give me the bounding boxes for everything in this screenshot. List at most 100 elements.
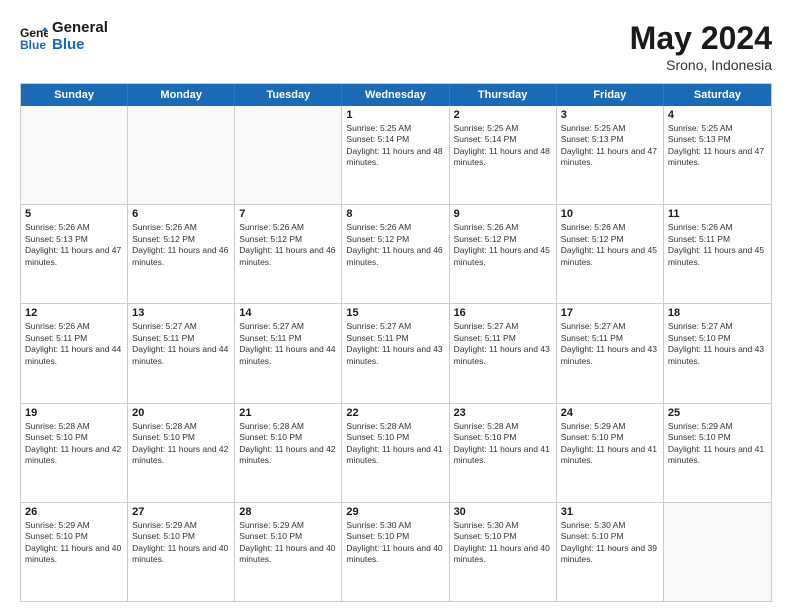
logo: General Blue General Blue: [20, 20, 108, 53]
day-number: 23: [454, 407, 552, 419]
calendar-cell: 2 Sunrise: 5:25 AM Sunset: 5:14 PM Daylig…: [450, 106, 557, 204]
day-header-sunday: Sunday: [21, 84, 128, 106]
day-number: 31: [561, 506, 659, 518]
day-number: 14: [239, 307, 337, 319]
cell-info: Sunrise: 5:27 AM Sunset: 5:11 PM Dayligh…: [132, 321, 230, 367]
cell-info: Sunrise: 5:28 AM Sunset: 5:10 PM Dayligh…: [25, 421, 123, 467]
calendar-week-5: 26Sunrise: 5:29 AM Sunset: 5:10 PM Dayli…: [21, 503, 771, 601]
cell-info: Sunrise: 5:26 AM Sunset: 5:11 PM Dayligh…: [668, 222, 767, 268]
calendar-cell: 17Sunrise: 5:27 AM Sunset: 5:11 PM Dayli…: [557, 304, 664, 402]
page: General Blue General Blue May 2024 Srono…: [0, 0, 792, 612]
cell-info: Sunrise: 5:26 AM Sunset: 5:13 PM Dayligh…: [25, 222, 123, 268]
cell-info: Sunrise: 5:26 AM Sunset: 5:11 PM Dayligh…: [25, 321, 123, 367]
cell-info: Sunrise: 5:29 AM Sunset: 5:10 PM Dayligh…: [239, 520, 337, 566]
calendar-week-3: 12 Sunrise: 5:26 AM Sunset: 5:11 PM Dayli…: [21, 304, 771, 403]
calendar-cell: 25Sunrise: 5:29 AM Sunset: 5:10 PM Dayli…: [664, 404, 771, 502]
title-block: May 2024 Srono, Indonesia: [630, 20, 772, 73]
logo-icon: General Blue: [20, 23, 48, 51]
calendar-cell: 8Sunrise: 5:26 AM Sunset: 5:12 PM Daylig…: [342, 205, 449, 303]
calendar-header: SundayMondayTuesdayWednesdayThursdayFrid…: [21, 84, 771, 106]
day-header-tuesday: Tuesday: [235, 84, 342, 106]
day-number: 29: [346, 506, 444, 518]
cell-info: Sunrise: 5:29 AM Sunset: 5:10 PM Dayligh…: [561, 421, 659, 467]
day-header-monday: Monday: [128, 84, 235, 106]
day-number: 22: [346, 407, 444, 419]
day-number: 6: [132, 208, 230, 220]
day-number: 5: [25, 208, 123, 220]
calendar-cell: 27Sunrise: 5:29 AM Sunset: 5:10 PM Dayli…: [128, 503, 235, 601]
cell-info: Sunrise: 5:27 AM Sunset: 5:11 PM Dayligh…: [346, 321, 444, 367]
calendar-cell: 26Sunrise: 5:29 AM Sunset: 5:10 PM Dayli…: [21, 503, 128, 601]
cell-info: Sunrise: 5:27 AM Sunset: 5:10 PM Dayligh…: [668, 321, 767, 367]
cell-info: Sunrise: 5:30 AM Sunset: 5:10 PM Dayligh…: [454, 520, 552, 566]
calendar-cell: 9 Sunrise: 5:26 AM Sunset: 5:12 PM Daylig…: [450, 205, 557, 303]
calendar-cell: [235, 106, 342, 204]
day-number: 4: [668, 109, 767, 121]
cell-info: Sunrise: 5:26 AM Sunset: 5:12 PM Dayligh…: [346, 222, 444, 268]
day-number: 2: [454, 109, 552, 121]
cell-info: Sunrise: 5:26 AM Sunset: 5:12 PM Dayligh…: [132, 222, 230, 268]
cell-info: Sunrise: 5:29 AM Sunset: 5:10 PM Dayligh…: [668, 421, 767, 467]
day-number: 1: [346, 109, 444, 121]
day-number: 21: [239, 407, 337, 419]
calendar-cell: 19 Sunrise: 5:28 AM Sunset: 5:10 PM Dayli…: [21, 404, 128, 502]
cell-info: Sunrise: 5:25 AM Sunset: 5:14 PM Dayligh…: [346, 123, 444, 169]
cell-info: Sunrise: 5:25 AM Sunset: 5:14 PM Dayligh…: [454, 123, 552, 169]
calendar-cell: 22Sunrise: 5:28 AM Sunset: 5:10 PM Dayli…: [342, 404, 449, 502]
calendar-cell: 23 Sunrise: 5:28 AM Sunset: 5:10 PM Dayli…: [450, 404, 557, 502]
calendar-cell: 20 Sunrise: 5:28 AM Sunset: 5:10 PM Dayli…: [128, 404, 235, 502]
calendar-cell: 12 Sunrise: 5:26 AM Sunset: 5:11 PM Dayli…: [21, 304, 128, 402]
cell-info: Sunrise: 5:26 AM Sunset: 5:12 PM Dayligh…: [239, 222, 337, 268]
calendar-cell: 1 Sunrise: 5:25 AM Sunset: 5:14 PM Daylig…: [342, 106, 449, 204]
calendar-cell: 13 Sunrise: 5:27 AM Sunset: 5:11 PM Dayli…: [128, 304, 235, 402]
logo-blue: Blue: [52, 37, 108, 54]
day-header-friday: Friday: [557, 84, 664, 106]
day-number: 19: [25, 407, 123, 419]
cell-info: Sunrise: 5:28 AM Sunset: 5:10 PM Dayligh…: [239, 421, 337, 467]
calendar-cell: 28 Sunrise: 5:29 AM Sunset: 5:10 PM Dayli…: [235, 503, 342, 601]
day-number: 7: [239, 208, 337, 220]
day-number: 24: [561, 407, 659, 419]
calendar-cell: 11Sunrise: 5:26 AM Sunset: 5:11 PM Dayli…: [664, 205, 771, 303]
cell-info: Sunrise: 5:28 AM Sunset: 5:10 PM Dayligh…: [132, 421, 230, 467]
calendar-cell: 7 Sunrise: 5:26 AM Sunset: 5:12 PM Daylig…: [235, 205, 342, 303]
calendar-cell: 24 Sunrise: 5:29 AM Sunset: 5:10 PM Dayli…: [557, 404, 664, 502]
day-header-thursday: Thursday: [450, 84, 557, 106]
calendar-cell: [664, 503, 771, 601]
day-header-wednesday: Wednesday: [342, 84, 449, 106]
cell-info: Sunrise: 5:27 AM Sunset: 5:11 PM Dayligh…: [454, 321, 552, 367]
cell-info: Sunrise: 5:26 AM Sunset: 5:12 PM Dayligh…: [454, 222, 552, 268]
calendar-cell: 10 Sunrise: 5:26 AM Sunset: 5:12 PM Dayli…: [557, 205, 664, 303]
day-number: 12: [25, 307, 123, 319]
calendar-week-4: 19 Sunrise: 5:28 AM Sunset: 5:10 PM Dayli…: [21, 404, 771, 503]
location: Srono, Indonesia: [630, 57, 772, 73]
cell-info: Sunrise: 5:26 AM Sunset: 5:12 PM Dayligh…: [561, 222, 659, 268]
cell-info: Sunrise: 5:27 AM Sunset: 5:11 PM Dayligh…: [239, 321, 337, 367]
cell-info: Sunrise: 5:29 AM Sunset: 5:10 PM Dayligh…: [132, 520, 230, 566]
cell-info: Sunrise: 5:25 AM Sunset: 5:13 PM Dayligh…: [668, 123, 767, 169]
calendar-cell: 16 Sunrise: 5:27 AM Sunset: 5:11 PM Dayli…: [450, 304, 557, 402]
cell-info: Sunrise: 5:28 AM Sunset: 5:10 PM Dayligh…: [454, 421, 552, 467]
svg-text:Blue: Blue: [20, 38, 46, 51]
cell-info: Sunrise: 5:29 AM Sunset: 5:10 PM Dayligh…: [25, 520, 123, 566]
day-number: 16: [454, 307, 552, 319]
day-number: 30: [454, 506, 552, 518]
calendar-cell: 3 Sunrise: 5:25 AM Sunset: 5:13 PM Daylig…: [557, 106, 664, 204]
calendar-cell: 5 Sunrise: 5:26 AM Sunset: 5:13 PM Daylig…: [21, 205, 128, 303]
day-number: 9: [454, 208, 552, 220]
calendar-cell: 4 Sunrise: 5:25 AM Sunset: 5:13 PM Daylig…: [664, 106, 771, 204]
calendar-cell: 30 Sunrise: 5:30 AM Sunset: 5:10 PM Dayli…: [450, 503, 557, 601]
day-number: 13: [132, 307, 230, 319]
calendar-cell: 31Sunrise: 5:30 AM Sunset: 5:10 PM Dayli…: [557, 503, 664, 601]
calendar-cell: 18Sunrise: 5:27 AM Sunset: 5:10 PM Dayli…: [664, 304, 771, 402]
cell-info: Sunrise: 5:25 AM Sunset: 5:13 PM Dayligh…: [561, 123, 659, 169]
day-number: 3: [561, 109, 659, 121]
day-number: 10: [561, 208, 659, 220]
day-number: 28: [239, 506, 337, 518]
day-number: 20: [132, 407, 230, 419]
calendar-week-2: 5 Sunrise: 5:26 AM Sunset: 5:13 PM Daylig…: [21, 205, 771, 304]
day-header-saturday: Saturday: [664, 84, 771, 106]
calendar: SundayMondayTuesdayWednesdayThursdayFrid…: [20, 83, 772, 602]
day-number: 15: [346, 307, 444, 319]
calendar-week-1: 1 Sunrise: 5:25 AM Sunset: 5:14 PM Daylig…: [21, 106, 771, 205]
